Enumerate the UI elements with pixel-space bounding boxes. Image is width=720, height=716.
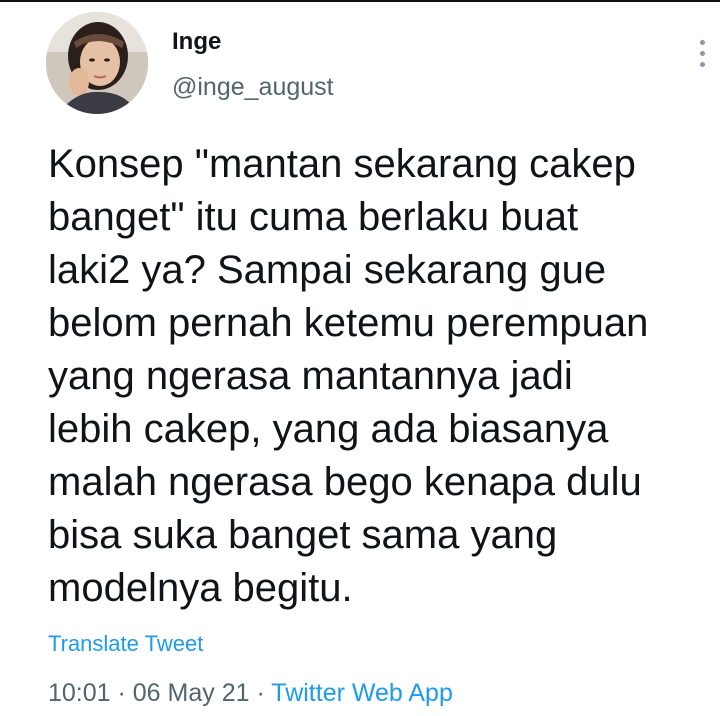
- tweet-text-line: laki2 ya? Sampai sekarang gue: [48, 248, 607, 292]
- translate-tweet-link[interactable]: Translate Tweet: [48, 630, 203, 658]
- tweet-text-line: malah ngerasa bego kenapa dulu: [48, 460, 642, 504]
- tweet-text-line: lebih cakep, yang ada biasanya: [48, 407, 609, 451]
- tweet-text-line: banget" itu cuma berlaku buat: [48, 195, 579, 239]
- more-options-icon: [700, 51, 705, 56]
- tweet-text-line: belom pernah ketemu perempuan: [48, 301, 649, 345]
- tweet-text-line: modelnya begitu.: [48, 566, 353, 610]
- avatar[interactable]: [46, 12, 148, 114]
- tweet-source-link[interactable]: Twitter Web App: [271, 679, 453, 707]
- top-divider: [0, 0, 720, 2]
- tweet-time[interactable]: 10:01: [48, 679, 111, 707]
- tweet-text-line: Konsep "mantan sekarang cakep: [48, 142, 636, 186]
- more-options-icon: [700, 62, 705, 67]
- tweet-header: Inge @inge_august: [46, 12, 705, 116]
- tweet-date[interactable]: 06 May 21: [133, 679, 250, 707]
- tweet-card: Inge @inge_august Konsep "mantan sekaran…: [0, 0, 720, 716]
- tweet-text: Konsep "mantan sekarang cakep banget" it…: [48, 138, 698, 615]
- tweet-text-line: bisa suka banget sama yang: [48, 513, 558, 557]
- tweet-meta: 10:01 · 06 May 21 · Twitter Web App: [48, 678, 453, 708]
- author-names: Inge @inge_august: [172, 28, 334, 102]
- tweet-text-line: yang ngerasa mantannya jadi: [48, 354, 573, 398]
- display-name[interactable]: Inge: [172, 28, 334, 56]
- more-options-icon: [700, 40, 705, 45]
- user-photo-avatar-icon: [46, 12, 148, 114]
- meta-separator: ·: [249, 679, 272, 707]
- more-options-button[interactable]: [688, 36, 716, 76]
- meta-separator: ·: [110, 679, 133, 707]
- user-handle[interactable]: @inge_august: [172, 72, 334, 102]
